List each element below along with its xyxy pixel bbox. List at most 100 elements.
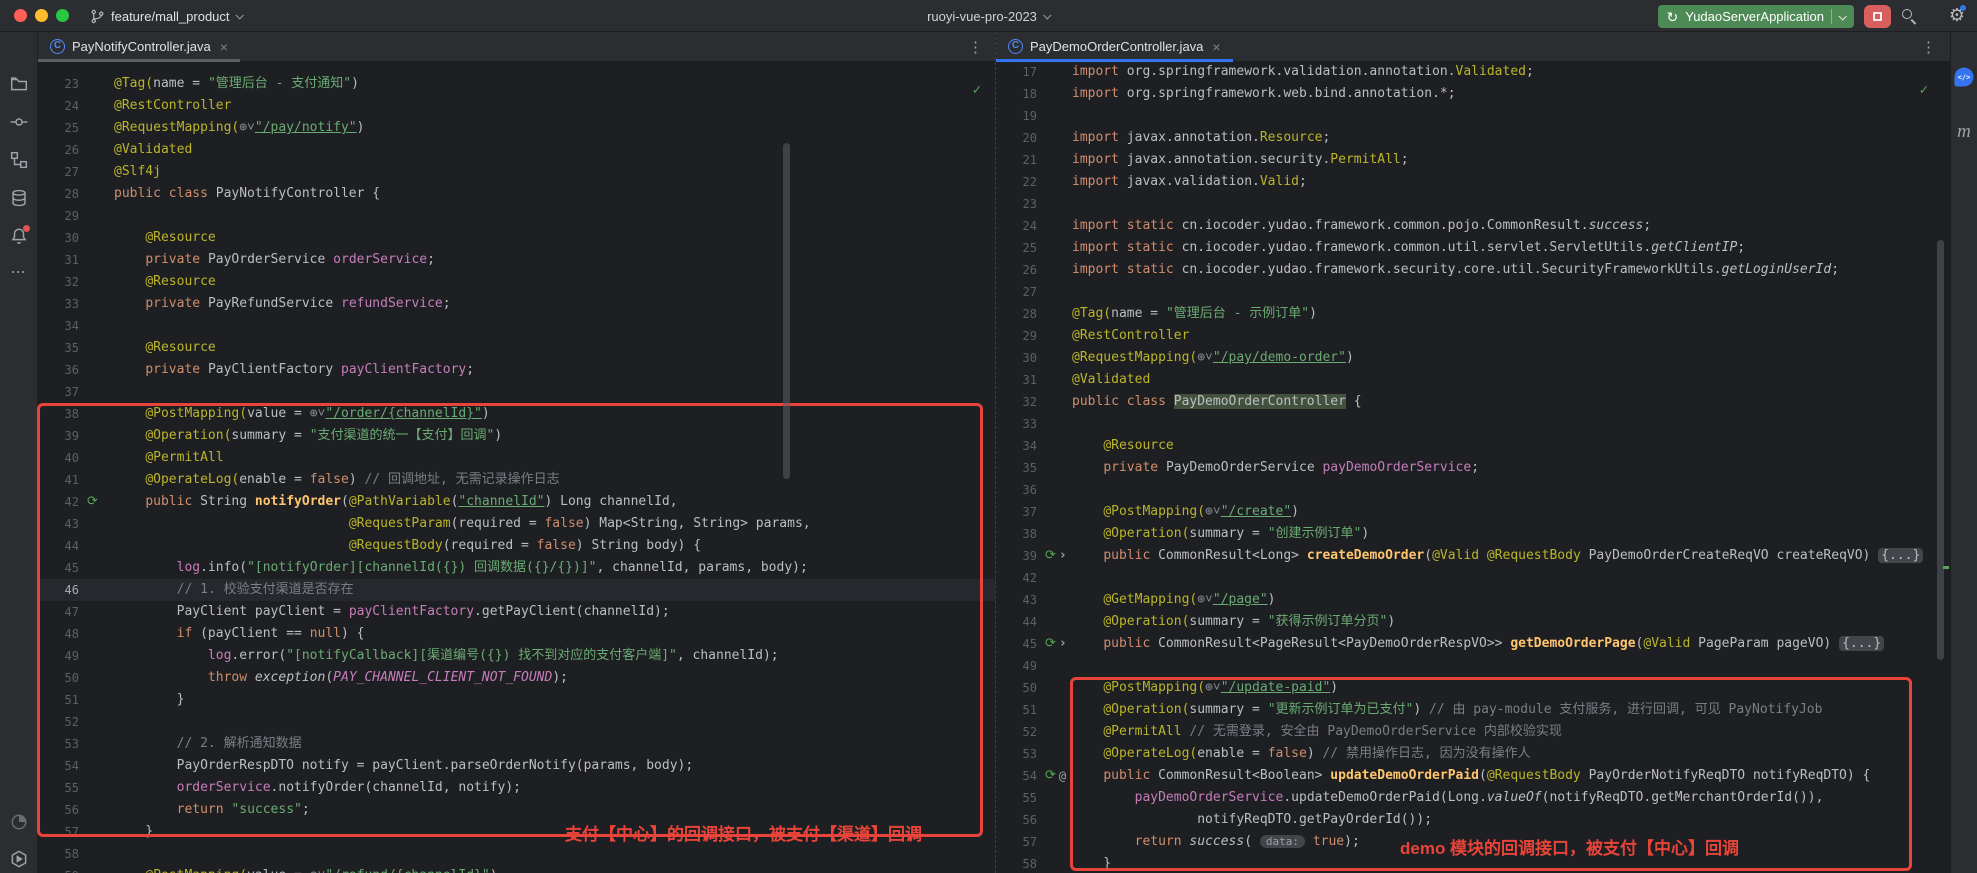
endpoint-icon[interactable]: ⟳ [1045,545,1056,567]
code-line[interactable]: 35 private PayDemoOrderService payDemoOr… [996,457,1950,479]
fold-icon[interactable]: › [1059,545,1067,567]
code-line[interactable]: 32 @Resource [38,271,995,293]
code-editor[interactable]: 23@Tag(name = "管理后台 - 支付通知")24@RestContr… [38,62,995,873]
settings-button[interactable]: ⚙ [1949,5,1965,26]
inspections-ok-icon[interactable]: ✓ [973,82,981,98]
code-line[interactable]: 55 payDemoOrderService.updateDemoOrderPa… [996,787,1950,809]
scrollbar-thumb[interactable] [1937,240,1944,660]
code-line[interactable]: 55 orderService.notifyOrder(channelId, n… [38,777,995,799]
code-line[interactable]: 36 [996,479,1950,501]
code-line[interactable]: 37 [38,381,995,403]
code-editor[interactable]: 17import org.springframework.validation.… [996,62,1950,873]
structure-icon[interactable] [10,151,28,169]
close-tab-icon[interactable]: × [220,39,228,55]
services-icon[interactable] [10,850,28,868]
commit-icon[interactable] [10,113,28,131]
code-line[interactable]: 26@Validated [38,139,995,161]
code-line[interactable]: 33 private PayRefundService refundServic… [38,293,995,315]
code-line[interactable]: 53 // 2. 解析通知数据 [38,733,995,755]
code-line[interactable]: 47 PayClient payClient = payClientFactor… [38,601,995,623]
at-icon[interactable]: @ [1059,765,1066,787]
code-line[interactable]: 50 throw exception(PAY_CHANNEL_CLIENT_NO… [38,667,995,689]
code-line[interactable]: 23 [996,193,1950,215]
code-line[interactable]: 45⟳› public CommonResult<PageResult<PayD… [996,633,1950,655]
close-window-button[interactable] [14,9,27,22]
code-line[interactable]: 53 @OperateLog(enable = false) // 禁用操作日志… [996,743,1950,765]
code-line[interactable]: 40 @PermitAll [38,447,995,469]
git-branch-widget[interactable]: feature/mall_product [84,4,248,28]
code-line[interactable]: 49 [996,655,1950,677]
code-line[interactable]: 34 @Resource [996,435,1950,457]
code-line[interactable]: 20import javax.annotation.Resource; [996,127,1950,149]
code-line[interactable]: 48 if (payClient == null) { [38,623,995,645]
endpoint-icon[interactable]: ⟳ [1045,633,1056,655]
code-line[interactable]: 22import javax.validation.Valid; [996,171,1950,193]
code-line[interactable]: 34 [38,315,995,337]
code-line[interactable]: 18import org.springframework.web.bind.an… [996,83,1950,105]
code-line[interactable]: 54⟳@ public CommonResult<Boolean> update… [996,765,1950,787]
search-everywhere-button[interactable] [1901,8,1919,26]
close-tab-icon[interactable]: × [1212,39,1220,55]
code-line[interactable]: 21import javax.annotation.security.Permi… [996,149,1950,171]
fold-icon[interactable]: › [1059,633,1067,655]
code-line[interactable]: 27@Slf4j [38,161,995,183]
code-line[interactable]: 32public class PayDemoOrderController { [996,391,1950,413]
code-line[interactable]: 36 private PayClientFactory payClientFac… [38,359,995,381]
code-line[interactable]: 38 @Operation(summary = "创建示例订单") [996,523,1950,545]
code-line[interactable]: 56 notifyReqDTO.getPayOrderId()); [996,809,1950,831]
code-line[interactable]: 50 @PostMapping(⊕˅"/update-paid") [996,677,1950,699]
code-line[interactable]: 52 [38,711,995,733]
code-line[interactable]: 43 @GetMapping(⊕˅"/page") [996,589,1950,611]
code-line[interactable]: 39⟳› public CommonResult<Long> createDem… [996,545,1950,567]
code-line[interactable]: 31 private PayOrderService orderService; [38,249,995,271]
code-line[interactable]: 24@RestController [38,95,995,117]
code-line[interactable]: 38 @PostMapping(value = ⊕˅"/order/{chann… [38,403,995,425]
maven-toolwindow-icon[interactable]: m [1957,121,1971,143]
code-line[interactable]: 27 [996,281,1950,303]
code-line[interactable]: 23@Tag(name = "管理后台 - 支付通知") [38,73,995,95]
code-line[interactable]: 24import static cn.iocoder.yudao.framewo… [996,215,1950,237]
endpoint-icon[interactable]: ⟳ [1045,765,1056,787]
maximize-window-button[interactable] [56,9,69,22]
code-line[interactable]: 54 PayOrderRespDTO notify = payClient.pa… [38,755,995,777]
code-line[interactable]: 51 } [38,689,995,711]
rerun-icon[interactable]: ↻ [1667,10,1679,24]
code-line[interactable]: 46 // 1. 校验支付渠道是否存在 [38,579,995,601]
code-line[interactable]: 49 log.error("[notifyCallback][渠道编号({}) … [38,645,995,667]
code-line[interactable]: 43 @RequestParam(required = false) Map<S… [38,513,995,535]
code-line[interactable]: 41 @OperateLog(enable = false) // 回调地址, … [38,469,995,491]
code-line[interactable]: 29@RestController [996,325,1950,347]
code-line[interactable]: 51 @Operation(summary = "更新示例订单为已支付") //… [996,699,1950,721]
code-line[interactable]: 25import static cn.iocoder.yudao.framewo… [996,237,1950,259]
scrollbar-thumb[interactable] [783,143,790,479]
code-line[interactable]: 59 @PostMapping(value = ⊕˅"/refund/{chan… [38,865,995,873]
notifications-icon[interactable] [10,227,28,245]
tab-paydemoordercontroller[interactable]: C PayDemoOrderController.java × [996,32,1233,61]
inspections-ok-icon[interactable]: ✓ [1920,82,1928,98]
tab-paynotifycontroller[interactable]: C PayNotifyController.java × [38,32,240,61]
code-line[interactable]: 33 [996,413,1950,435]
chevron-down-icon[interactable] [1838,12,1846,20]
editor-options-kebab-icon[interactable]: ⋮ [1921,38,1936,56]
code-line[interactable]: 28public class PayNotifyController { [38,183,995,205]
code-line[interactable]: 45 log.info("[notifyOrder][channelId({})… [38,557,995,579]
code-line[interactable]: 30@RequestMapping(⊕˅"/pay/demo-order") [996,347,1950,369]
project-selector[interactable]: ruoyi-vue-pro-2023 [927,4,1050,28]
stop-button[interactable] [1864,5,1891,28]
code-line[interactable]: 52 @PermitAll // 无需登录, 安全由 PayDemoOrderS… [996,721,1950,743]
more-icon[interactable]: ⋯ [11,263,27,282]
code-line[interactable]: 17import org.springframework.validation.… [996,62,1950,83]
database-icon[interactable] [10,189,28,207]
minimize-window-button[interactable] [35,9,48,22]
code-line[interactable]: 56 return "success"; [38,799,995,821]
code-line[interactable]: 26import static cn.iocoder.yudao.framewo… [996,259,1950,281]
code-line[interactable]: 31@Validated [996,369,1950,391]
code-line[interactable]: 39 @Operation(summary = "支付渠道的统一【支付】回调") [38,425,995,447]
window-controls[interactable] [14,9,69,22]
endpoint-icon[interactable]: ⟳ [87,491,98,513]
code-line[interactable]: 42⟳ public String notifyOrder(@PathVaria… [38,491,995,513]
code-line[interactable]: 37 @PostMapping(⊕˅"/create") [996,501,1950,523]
ai-assistant-icon[interactable]: </> [1955,68,1974,87]
code-line[interactable]: 35 @Resource [38,337,995,359]
code-line[interactable]: 29 [38,205,995,227]
